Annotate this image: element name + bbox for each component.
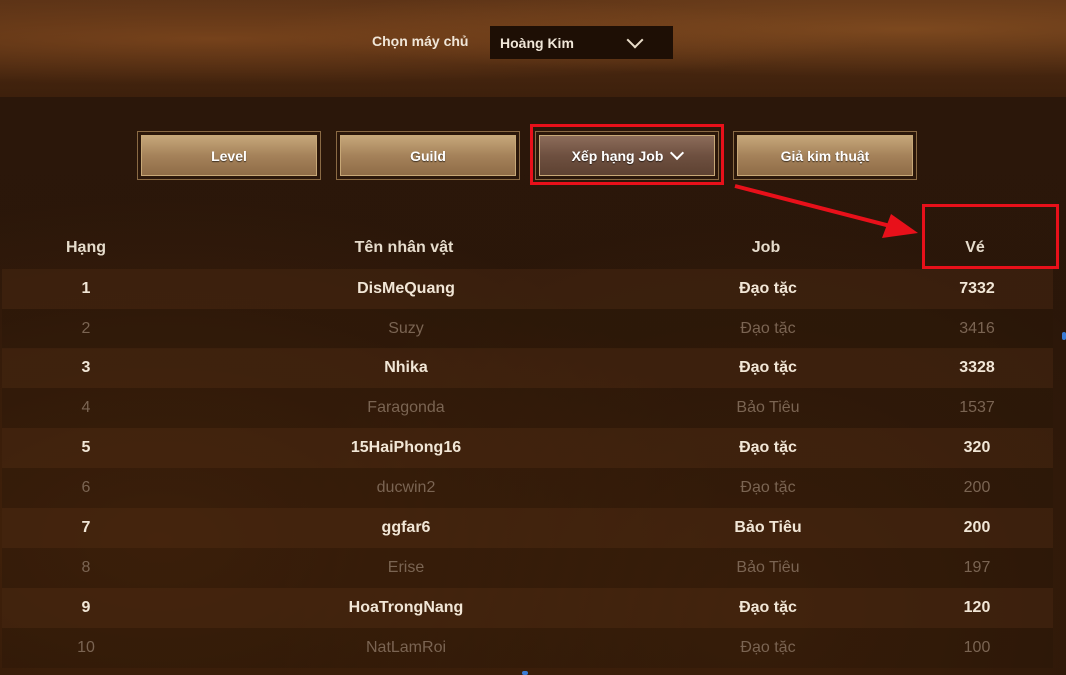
ticket-cell: 200 [963, 519, 991, 536]
job-cell: Đạo tặc [740, 320, 796, 337]
table-row: 4 Faragonda Bảo Tiêu 1537 [2, 388, 1053, 428]
rank-cell: 1 [81, 280, 91, 297]
column-header-name: Tên nhân vật [354, 239, 454, 256]
ticket-cell: 7332 [959, 280, 995, 297]
column-header-rank: Hạng [66, 239, 106, 256]
ticket-cell: 197 [963, 559, 991, 576]
rank-cell: 5 [81, 439, 91, 456]
job-cell: Đạo tặc [739, 359, 797, 376]
table-row: 5 15HaiPhong16 Đạo tặc 320 [2, 428, 1053, 468]
table-row: 10 NatLamRoi Đạo tặc 100 [2, 628, 1053, 668]
job-cell: Đạo tặc [739, 280, 797, 297]
rank-cell: 6 [81, 479, 91, 496]
name-cell: Nhika [384, 359, 428, 376]
job-cell: Đạo tặc [740, 639, 796, 656]
table-row: 7 ggfar6 Bảo Tiêu 200 [2, 508, 1053, 548]
ticket-cell: 1537 [959, 399, 995, 416]
rank-cell: 8 [81, 559, 91, 576]
ticket-cell: 320 [963, 439, 991, 456]
name-cell: HoaTrongNang [348, 599, 464, 616]
name-cell: Faragonda [367, 399, 445, 416]
table-row: 2 Suzy Đạo tặc 3416 [2, 309, 1053, 349]
ticket-cell: 200 [963, 479, 991, 496]
rank-cell: 4 [81, 399, 91, 416]
job-cell: Bảo Tiêu [736, 399, 800, 416]
scroll-handle[interactable] [1062, 332, 1066, 340]
table-row: 9 HoaTrongNang Đạo tặc 120 [2, 588, 1053, 628]
resize-handle[interactable] [522, 671, 528, 675]
name-cell: DisMeQuang [357, 280, 455, 297]
ticket-cell: 120 [963, 599, 991, 616]
name-cell: Erise [387, 559, 425, 576]
rank-cell: 9 [81, 599, 91, 616]
name-cell: ggfar6 [381, 519, 431, 536]
name-cell: ducwin2 [376, 479, 436, 496]
column-header-ticket: Vé [965, 239, 985, 256]
rank-cell: 7 [81, 519, 91, 536]
table-row: 1 DisMeQuang Đạo tặc 7332 [2, 269, 1053, 309]
table-row: 8 Erise Bảo Tiêu 197 [2, 548, 1053, 588]
table-row: 6 ducwin2 Đạo tặc 200 [2, 468, 1053, 508]
job-cell: Đạo tặc [739, 439, 797, 456]
job-cell: Đạo tặc [740, 479, 796, 496]
rank-cell: 10 [77, 639, 95, 656]
ticket-cell: 100 [963, 639, 991, 656]
rank-cell: 2 [81, 320, 91, 337]
job-cell: Đạo tặc [739, 599, 797, 616]
column-header-job: Job [751, 239, 781, 256]
job-cell: Bảo Tiêu [734, 519, 802, 536]
ticket-cell: 3416 [959, 320, 995, 337]
page: Chọn máy chủ Hoàng Kim Level Guild Xếp h… [0, 0, 1066, 675]
name-cell: 15HaiPhong16 [350, 439, 462, 456]
name-cell: NatLamRoi [365, 639, 447, 656]
table-row: 3 Nhika Đạo tặc 3328 [2, 348, 1053, 388]
ticket-cell: 3328 [959, 359, 995, 376]
name-cell: Suzy [388, 320, 424, 337]
rank-cell: 3 [81, 359, 91, 376]
job-cell: Bảo Tiêu [736, 559, 800, 576]
